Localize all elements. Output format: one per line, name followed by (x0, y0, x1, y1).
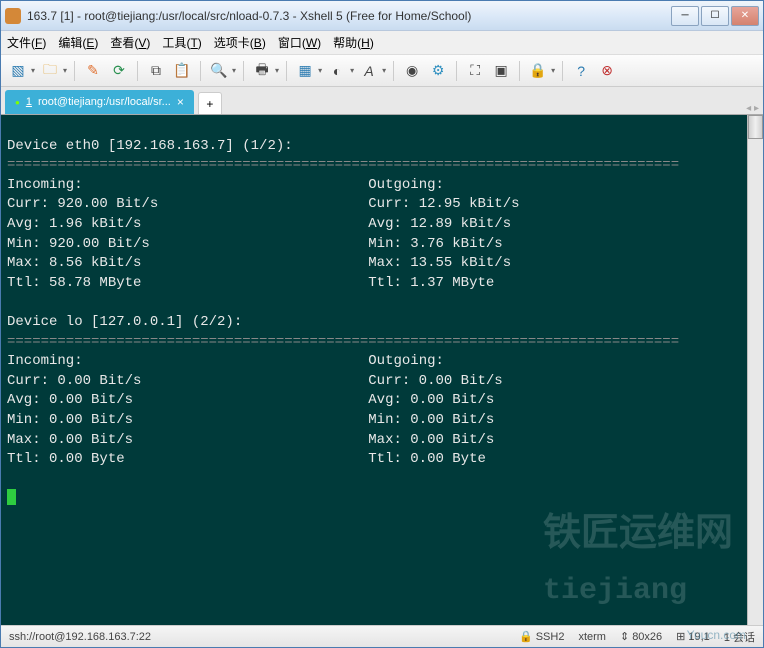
brand-watermark: Yuucn.com (687, 628, 746, 642)
tab-label: root@tiejiang:/usr/local/sr... (38, 96, 171, 108)
tab-close-icon[interactable]: × (177, 95, 184, 109)
menu-help[interactable]: 帮助(H) (333, 34, 374, 51)
minimize-button[interactable]: ─ (671, 6, 699, 26)
titlebar[interactable]: 163.7 [1] - root@tiejiang:/usr/local/src… (1, 1, 763, 31)
new-tab-button[interactable]: + (198, 92, 222, 114)
print-icon[interactable]: 🖶 (251, 60, 273, 82)
window-title: 163.7 [1] - root@tiejiang:/usr/local/src… (27, 9, 671, 23)
watermark: 铁匠运维网tiejiang (543, 509, 733, 615)
terminal-cursor (7, 489, 16, 505)
lock-status-icon: 🔒 (519, 630, 533, 643)
app-window: 163.7 [1] - root@tiejiang:/usr/local/src… (0, 0, 764, 648)
fullscreen-icon[interactable]: ⛶ (464, 60, 486, 82)
menu-tools[interactable]: 工具(T) (162, 34, 201, 51)
color-icon[interactable]: ◐ (326, 60, 348, 82)
tab-nav[interactable]: ◂ ▸ (746, 103, 759, 114)
menu-tabs[interactable]: 选项卡(B) (214, 34, 266, 51)
tab-status-icon: ● (15, 98, 20, 107)
device-header-0: Device eth0 [192.168.163.7] (1/2): (7, 138, 293, 154)
font-icon[interactable]: A (358, 60, 380, 82)
statusbar: ssh://root@192.168.163.7:22 🔒SSH2 xterm … (1, 625, 763, 647)
transparent-icon[interactable]: ▣ (490, 60, 512, 82)
search-icon[interactable]: 🔍 (208, 60, 230, 82)
menu-edit[interactable]: 编辑(E) (58, 34, 98, 51)
lock-icon[interactable]: 🔒 (527, 60, 549, 82)
maximize-button[interactable]: ☐ (701, 6, 729, 26)
properties-icon[interactable]: ▦ (294, 60, 316, 82)
tabbar: ● 1 root@tiejiang:/usr/local/sr... × + ◂… (1, 87, 763, 115)
copy-icon[interactable]: ⧉ (145, 60, 167, 82)
status-connection: ssh://root@192.168.163.7:22 (9, 631, 505, 643)
paste-icon[interactable]: 📋 (171, 60, 193, 82)
scroll-thumb[interactable] (748, 115, 763, 139)
session-tab[interactable]: ● 1 root@tiejiang:/usr/local/sr... × (5, 90, 194, 114)
terminal-output[interactable]: Device eth0 [192.168.163.7] (1/2): =====… (1, 115, 763, 625)
open-icon[interactable]: 🗀 (39, 60, 61, 82)
reconnect-icon[interactable]: ⟳ (108, 60, 130, 82)
transfer-icon[interactable]: ◉ (401, 60, 423, 82)
menu-window[interactable]: 窗口(W) (278, 34, 321, 51)
size-icon: ⇕ (620, 630, 629, 643)
device-header-1: Device lo [127.0.0.1] (2/2): (7, 314, 242, 330)
cursor-pos-icon: ⊞ (676, 630, 685, 643)
toolbar: ▧▾ 🗀▾ ✎ ⟳ ⧉ 📋 🔍▾ 🖶▾ ▦▾ ◐▾ A▾ ◉ ⚙ ⛶ ▣ 🔒▾ … (1, 55, 763, 87)
status-term: xterm (578, 631, 606, 643)
app-icon (5, 8, 21, 24)
close-session-icon[interactable]: ⊗ (596, 60, 618, 82)
help-icon[interactable]: ? (570, 60, 592, 82)
close-button[interactable]: ✕ (731, 6, 759, 26)
script-icon[interactable]: ⚙ (427, 60, 449, 82)
menubar: 文件(F) 编辑(E) 查看(V) 工具(T) 选项卡(B) 窗口(W) 帮助(… (1, 31, 763, 55)
menu-view[interactable]: 查看(V) (110, 34, 150, 51)
menu-file[interactable]: 文件(F) (7, 34, 46, 51)
scrollbar[interactable] (747, 115, 763, 625)
highlight-icon[interactable]: ✎ (82, 60, 104, 82)
new-session-icon[interactable]: ▧ (7, 60, 29, 82)
